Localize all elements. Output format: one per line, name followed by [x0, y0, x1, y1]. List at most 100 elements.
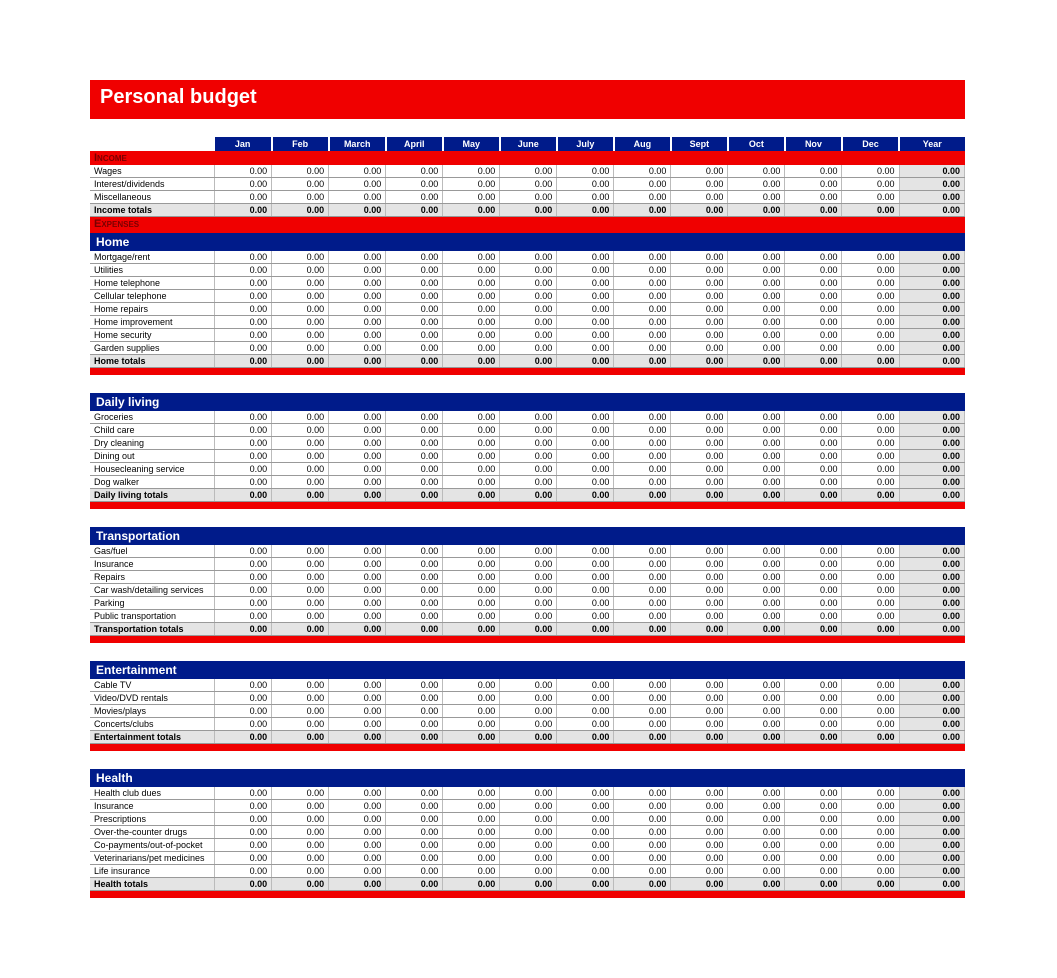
table-row: Utilities0.000.000.000.000.000.000.000.0…	[90, 264, 965, 277]
cell-value: 0.00	[557, 165, 614, 178]
cell-value: 0.00	[272, 705, 329, 718]
cell-value: 0.00	[671, 411, 728, 424]
cell-value: 0.00	[614, 204, 671, 217]
month-header: Nov	[785, 137, 842, 151]
cell-value: 0.00	[614, 355, 671, 368]
year-total: 0.00	[899, 610, 965, 623]
cell-value: 0.00	[500, 571, 557, 584]
cell-value: 0.00	[215, 692, 272, 705]
cell-value: 0.00	[329, 489, 386, 502]
cell-value: 0.00	[272, 731, 329, 744]
year-total: 0.00	[899, 277, 965, 290]
cell-value: 0.00	[329, 679, 386, 692]
cell-value: 0.00	[329, 424, 386, 437]
cell-value: 0.00	[215, 610, 272, 623]
cell-value: 0.00	[557, 545, 614, 558]
cell-value: 0.00	[728, 610, 785, 623]
cell-value: 0.00	[557, 178, 614, 191]
cell-value: 0.00	[215, 489, 272, 502]
cell-value: 0.00	[614, 878, 671, 891]
cell-value: 0.00	[272, 865, 329, 878]
row-label: Entertainment totals	[90, 731, 215, 744]
cell-value: 0.00	[785, 355, 842, 368]
category-header: Daily living	[90, 393, 965, 411]
cell-value: 0.00	[443, 545, 500, 558]
cell-value: 0.00	[728, 424, 785, 437]
cell-value: 0.00	[329, 264, 386, 277]
cell-value: 0.00	[842, 865, 899, 878]
cell-value: 0.00	[500, 450, 557, 463]
cell-value: 0.00	[785, 204, 842, 217]
table-row: Repairs0.000.000.000.000.000.000.000.000…	[90, 571, 965, 584]
cell-value: 0.00	[671, 839, 728, 852]
cell-value: 0.00	[329, 718, 386, 731]
cell-value: 0.00	[500, 165, 557, 178]
cell-value: 0.00	[614, 191, 671, 204]
cell-value: 0.00	[272, 800, 329, 813]
cell-value: 0.00	[272, 424, 329, 437]
year-total: 0.00	[899, 411, 965, 424]
cell-value: 0.00	[785, 545, 842, 558]
cell-value: 0.00	[272, 264, 329, 277]
cell-value: 0.00	[614, 178, 671, 191]
cell-value: 0.00	[671, 204, 728, 217]
cell-value: 0.00	[215, 731, 272, 744]
cell-value: 0.00	[215, 852, 272, 865]
row-label: Home telephone	[90, 277, 215, 290]
cell-value: 0.00	[671, 597, 728, 610]
cell-value: 0.00	[728, 277, 785, 290]
cell-value: 0.00	[728, 411, 785, 424]
cell-value: 0.00	[614, 411, 671, 424]
month-header: Oct	[728, 137, 785, 151]
table-row: Parking0.000.000.000.000.000.000.000.000…	[90, 597, 965, 610]
cell-value: 0.00	[215, 251, 272, 264]
year-total: 0.00	[899, 290, 965, 303]
cell-value: 0.00	[272, 558, 329, 571]
cell-value: 0.00	[842, 545, 899, 558]
cell-value: 0.00	[500, 813, 557, 826]
cell-value: 0.00	[215, 165, 272, 178]
table-row: Home repairs0.000.000.000.000.000.000.00…	[90, 303, 965, 316]
table-row: Income totals0.000.000.000.000.000.000.0…	[90, 204, 965, 217]
cell-value: 0.00	[557, 813, 614, 826]
cell-value: 0.00	[272, 450, 329, 463]
table-row: Life insurance0.000.000.000.000.000.000.…	[90, 865, 965, 878]
cell-value: 0.00	[728, 623, 785, 636]
cell-value: 0.00	[500, 865, 557, 878]
cell-value: 0.00	[215, 424, 272, 437]
category-header: Home	[90, 233, 965, 251]
cell-value: 0.00	[842, 597, 899, 610]
cell-value: 0.00	[272, 623, 329, 636]
row-label: Income totals	[90, 204, 215, 217]
cell-value: 0.00	[500, 476, 557, 489]
cell-value: 0.00	[386, 303, 443, 316]
cell-value: 0.00	[386, 342, 443, 355]
table-row: Groceries0.000.000.000.000.000.000.000.0…	[90, 411, 965, 424]
cell-value: 0.00	[671, 718, 728, 731]
cell-value: 0.00	[785, 731, 842, 744]
year-total: 0.00	[899, 705, 965, 718]
cell-value: 0.00	[215, 800, 272, 813]
cell-value: 0.00	[215, 839, 272, 852]
year-total: 0.00	[899, 597, 965, 610]
cell-value: 0.00	[842, 718, 899, 731]
cell-value: 0.00	[842, 692, 899, 705]
cell-value: 0.00	[785, 411, 842, 424]
row-label: Transportation totals	[90, 623, 215, 636]
cell-value: 0.00	[614, 558, 671, 571]
cell-value: 0.00	[500, 463, 557, 476]
cell-value: 0.00	[500, 264, 557, 277]
cell-value: 0.00	[728, 584, 785, 597]
cell-value: 0.00	[785, 852, 842, 865]
cell-value: 0.00	[500, 705, 557, 718]
cell-value: 0.00	[671, 178, 728, 191]
cell-value: 0.00	[386, 826, 443, 839]
cell-value: 0.00	[500, 839, 557, 852]
cell-value: 0.00	[215, 303, 272, 316]
year-total: 0.00	[899, 852, 965, 865]
table-row: Garden supplies0.000.000.000.000.000.000…	[90, 342, 965, 355]
cell-value: 0.00	[557, 852, 614, 865]
cell-value: 0.00	[443, 355, 500, 368]
cell-value: 0.00	[842, 165, 899, 178]
cell-value: 0.00	[671, 303, 728, 316]
